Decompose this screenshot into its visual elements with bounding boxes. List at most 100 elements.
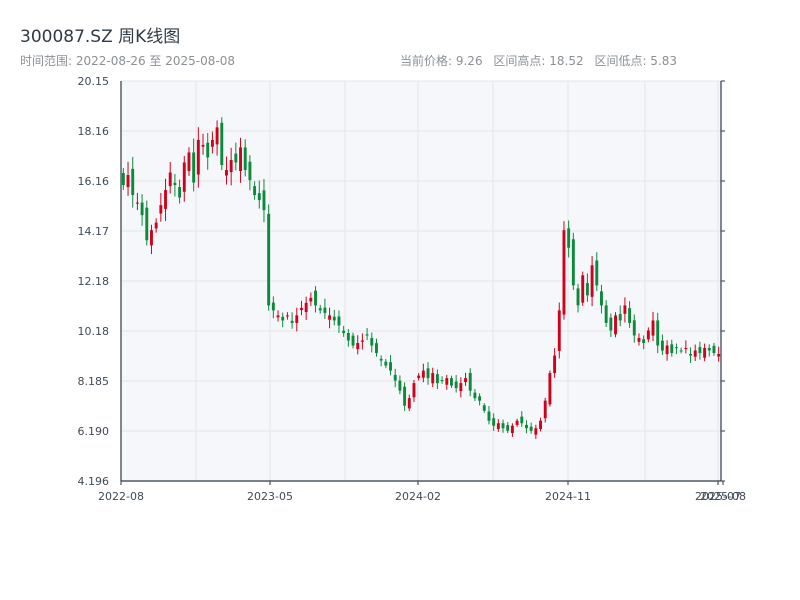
candle-body [450, 378, 453, 386]
candle-body [196, 139, 200, 175]
candle-body [525, 424, 528, 429]
candle-body [140, 202, 144, 216]
candle-body [468, 372, 472, 391]
candle-body [440, 380, 444, 382]
candle-body [285, 315, 289, 317]
candle-body [487, 411, 491, 421]
candle-body [567, 228, 571, 248]
candle-body [590, 265, 594, 297]
candle-body [332, 316, 336, 321]
candle-body [375, 343, 378, 354]
y-tick-label: 8.185 [78, 375, 110, 388]
candle-body [323, 307, 327, 313]
candle-body [159, 205, 163, 214]
candle-body [435, 374, 439, 384]
candle-body [290, 320, 294, 323]
candle-body [454, 381, 458, 389]
candle-body [173, 182, 177, 186]
candle-body [356, 343, 360, 350]
candle-body [534, 428, 538, 435]
candle-body [543, 400, 547, 419]
candle-body [370, 337, 374, 346]
candle-body [360, 340, 364, 342]
candle-body [229, 159, 233, 173]
candle-body [393, 374, 397, 381]
candle-body [609, 317, 613, 331]
candle-body [646, 330, 650, 340]
y-tick-label: 6.190 [78, 425, 110, 438]
candle-body [501, 423, 505, 429]
candle-body [407, 398, 411, 409]
candle-body [604, 305, 608, 323]
candle-body [482, 405, 486, 411]
candle-body [267, 213, 271, 306]
candle-body [679, 350, 683, 352]
y-tick-label: 14.17 [78, 225, 110, 238]
candle-body [520, 416, 524, 424]
candle-body [628, 308, 632, 323]
candle-body [656, 320, 660, 346]
x-tick-label: 2022-08 [98, 490, 144, 503]
candle-body [145, 207, 149, 241]
candle-body [510, 425, 514, 434]
candle-body [459, 383, 463, 392]
candle-body [496, 423, 500, 429]
candle-body [210, 139, 214, 147]
candle-body [271, 302, 275, 311]
candle-body [703, 348, 707, 358]
candle-body [412, 383, 416, 398]
candle-body [707, 348, 711, 351]
candle-body [421, 370, 425, 378]
candle-body [135, 202, 139, 204]
candle-body [276, 315, 280, 318]
candle-body [473, 392, 477, 399]
candle-body [585, 283, 589, 296]
candle-body [131, 168, 135, 196]
candle-body [712, 345, 716, 354]
candle-body [529, 426, 533, 431]
candle-body [262, 190, 266, 211]
candle-body [248, 161, 252, 181]
candle-body [234, 153, 238, 163]
candlestick-chart: 20.15 18.16 16.16 14.17 12.18 10.18 8.185 6.190… [78, 75, 746, 503]
x-tick-label: 2023-05 [247, 490, 293, 503]
candle-body [660, 340, 664, 351]
candle-body [670, 344, 674, 354]
candle-body [581, 275, 585, 303]
candle-body [225, 170, 228, 176]
x-tick-label: 2024-02 [395, 490, 441, 503]
candle-body [220, 122, 224, 165]
candle-body [257, 193, 261, 201]
candle-body [215, 127, 219, 145]
candle-body [328, 315, 332, 320]
candle-body [548, 373, 552, 405]
candle-body [600, 291, 603, 306]
y-tick-label: 4.196 [78, 475, 110, 488]
candle-body [154, 222, 158, 229]
candle-body [346, 332, 350, 341]
candle-body [553, 355, 557, 374]
candle-body [595, 260, 599, 286]
candle-body [281, 316, 285, 321]
candle-body [239, 147, 242, 171]
candle-body [431, 373, 435, 384]
candle-body [121, 173, 125, 186]
candle-body [318, 308, 322, 311]
candle-body [557, 310, 561, 351]
candle-body [675, 347, 678, 349]
candle-body [342, 330, 346, 333]
candle-body [571, 239, 575, 286]
y-tick-label: 20.15 [78, 75, 110, 88]
candle-body [562, 230, 566, 315]
y-tick-label: 18.16 [78, 125, 110, 138]
candle-body [201, 144, 205, 147]
candle-body [389, 362, 392, 371]
candle-body [698, 346, 702, 354]
candle-body [253, 186, 257, 196]
candle-body [365, 334, 369, 336]
candle-body [684, 348, 688, 350]
candle-body [492, 418, 496, 426]
candle-body [168, 172, 172, 187]
candle-body [576, 288, 580, 306]
candle-body [206, 142, 210, 158]
